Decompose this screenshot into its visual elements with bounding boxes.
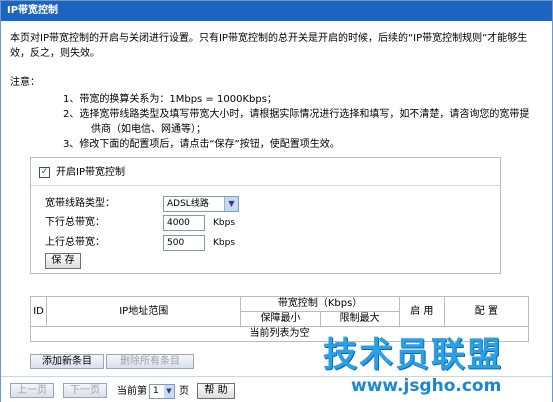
note-item: 3、修改下面的配置项后，请点击“保存”按钮，使配置项生效。 (63, 139, 340, 150)
window-title: IP带宽控制 (1, 1, 552, 21)
save-button[interactable]: 保 存 (45, 253, 81, 269)
col-bandwidth-header: 带宽控制（Kbps） (240, 296, 400, 312)
page-select[interactable]: 1 ▼ (149, 384, 175, 399)
line-type-value: ADSL线路 (167, 199, 209, 209)
line-type-label: 宽带线路类型： (45, 198, 115, 209)
page-select-value: 1 (153, 386, 159, 396)
enable-checkbox[interactable]: ✓ (39, 167, 50, 178)
settings-panel: ✓ 开启IP带宽控制 宽带线路类型： ADSL线路 ▼ 下行总带宽： 4000 … (30, 157, 501, 274)
down-unit: Kbps (213, 218, 236, 228)
down-bandwidth-input[interactable]: 4000 (163, 215, 205, 231)
notes-title: 注意： (10, 77, 40, 88)
current-page-prefix: 当前第 (117, 386, 147, 397)
help-button[interactable]: 帮 助 (197, 383, 235, 399)
col-min-header: 保障最小 (240, 311, 321, 327)
col-max-header: 限制最大 (319, 311, 400, 327)
col-config-header: 配 置 (443, 296, 530, 327)
watermark-url: www.jsgho.com (351, 376, 502, 396)
up-bandwidth-input[interactable]: 500 (163, 235, 205, 251)
chevron-down-icon[interactable]: ▼ (224, 197, 238, 211)
prev-page-button[interactable]: 上一页 (10, 383, 54, 398)
up-unit: Kbps (213, 238, 236, 248)
watermark-logo: 技术员联盟 (323, 335, 503, 375)
up-bandwidth-label: 上行总带宽： (45, 237, 105, 248)
chevron-down-icon[interactable]: ▼ (164, 385, 174, 398)
col-id-header: ID (29, 296, 48, 327)
page-frame: IP带宽控制 本页对IP带宽控制的开启与关闭进行设置。只有IP带宽控制的总开关是… (0, 0, 553, 402)
delete-all-button[interactable]: 删除所有条目 (106, 354, 194, 369)
enable-row: ✓ 开启IP带宽控制 (31, 158, 500, 186)
col-ip-header: IP地址范围 (46, 296, 242, 327)
note-item: 1、带宽的换算关系为：1Mbps = 1000Kbps； (63, 94, 277, 105)
enable-label: 开启IP带宽控制 (56, 167, 125, 178)
add-entry-button[interactable]: 添加新条目 (30, 354, 104, 369)
next-page-button[interactable]: 下一页 (63, 383, 107, 398)
current-page-suffix: 页 (179, 386, 189, 397)
down-bandwidth-label: 下行总带宽： (45, 217, 105, 228)
col-enable-header: 启 用 (398, 296, 445, 327)
line-type-select[interactable]: ADSL线路 ▼ (163, 196, 239, 212)
intro-text: 本页对IP带宽控制的开启与关闭进行设置。只有IP带宽控制的总开关是开启的时候，后… (10, 33, 528, 59)
note-item: 供商（如电信、网通等）； (91, 124, 206, 135)
note-item: 2、选择宽带线路类型及填写带宽大小时，请根据实际情况进行选择和填写，如不清楚，请… (63, 109, 530, 120)
notes-list: 1、带宽的换算关系为：1Mbps = 1000Kbps； 2、选择宽带线路类型及… (63, 92, 543, 152)
